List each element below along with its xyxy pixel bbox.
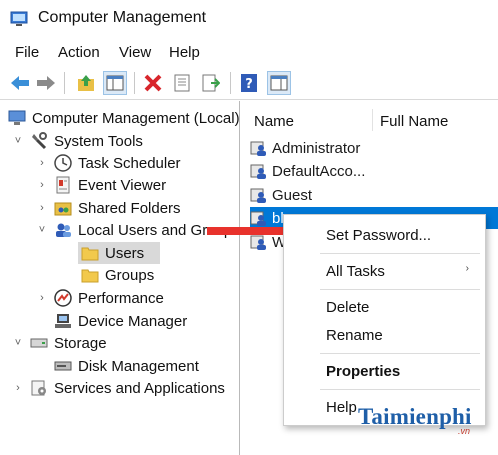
tree-item-performance[interactable]: › Performance: [36, 287, 164, 309]
window-title: Computer Management: [38, 9, 207, 26]
context-menu: Set Password... All Tasks › Delete Renam…: [283, 214, 486, 426]
menu-separator: [320, 389, 480, 390]
column-divider[interactable]: [372, 109, 373, 131]
chevron-right-icon[interactable]: ›: [36, 179, 48, 191]
forward-button[interactable]: [34, 71, 58, 95]
tree-item-storage[interactable]: ˅ Storage: [12, 332, 107, 354]
tree-item-computer-management[interactable]: Computer Management (Local): [8, 107, 239, 129]
column-header-name[interactable]: Name: [254, 113, 294, 130]
up-folder-icon: [78, 75, 94, 91]
back-button[interactable]: [8, 71, 32, 95]
chevron-down-icon[interactable]: ˅: [36, 224, 48, 236]
user-icon: [250, 164, 266, 179]
chevron-right-icon[interactable]: ›: [12, 382, 24, 394]
tree-item-task-scheduler[interactable]: › Task Scheduler: [36, 152, 181, 174]
properties-button[interactable]: [170, 71, 194, 95]
menu-item-properties[interactable]: Properties: [326, 363, 400, 380]
show-hide-tree-button[interactable]: [103, 71, 127, 95]
console-tree-icon: [106, 75, 124, 91]
menu-separator: [320, 289, 480, 290]
back-arrow-icon: [11, 76, 29, 90]
chevron-right-icon[interactable]: ›: [36, 202, 48, 214]
user-icon: [250, 141, 266, 156]
list-item[interactable]: Guest: [250, 184, 498, 206]
folder-icon: [81, 269, 99, 283]
menu-item-rename[interactable]: Rename: [326, 327, 383, 344]
tree-item-shared-folders[interactable]: › Shared Folders: [36, 197, 180, 219]
menu-action[interactable]: Action: [58, 44, 100, 61]
action-pane-icon: [270, 75, 288, 91]
folder-icon: [81, 247, 99, 261]
watermark-logo: Taimienphi .vn: [358, 396, 498, 438]
storage-icon: [30, 338, 48, 348]
chevron-right-icon[interactable]: ›: [36, 292, 48, 304]
console-tree: Computer Management (Local) ˅ System Too…: [0, 101, 240, 455]
watermark-text: Taimienphi: [358, 404, 472, 429]
export-list-button[interactable]: [199, 71, 223, 95]
delete-button[interactable]: [141, 71, 165, 95]
computer-management-app-icon: [10, 11, 28, 26]
local-users-groups-icon: [56, 223, 71, 237]
shared-folders-icon: [54, 202, 72, 216]
clock-icon: [54, 154, 72, 172]
tree-item-event-viewer[interactable]: › Event Viewer: [36, 174, 166, 196]
submenu-chevron-icon: ›: [465, 263, 469, 274]
chevron-right-icon[interactable]: ›: [36, 157, 48, 169]
user-icon: [250, 188, 266, 203]
performance-icon: [54, 289, 72, 307]
list-item[interactable]: Administrator: [250, 137, 498, 159]
tree-item-groups[interactable]: Groups: [81, 264, 154, 286]
tree-item-system-tools[interactable]: ˅ System Tools: [12, 130, 143, 152]
menu-help[interactable]: Help: [169, 44, 200, 61]
chevron-down-icon[interactable]: ˅: [12, 337, 24, 349]
tree-item-disk-management[interactable]: Disk Management: [54, 355, 199, 377]
menu-item-delete[interactable]: Delete: [326, 299, 369, 316]
tree-item-device-manager[interactable]: Device Manager: [54, 310, 187, 332]
tree-item-users[interactable]: Users: [78, 242, 160, 264]
menu-separator: [320, 353, 480, 354]
menu-item-all-tasks[interactable]: All Tasks: [326, 263, 385, 280]
show-action-pane-button[interactable]: [267, 71, 291, 95]
help-question-icon: ?: [241, 74, 257, 92]
menu-item-help[interactable]: Help: [326, 399, 357, 416]
computer-management-icon: [8, 110, 26, 125]
svg-text:?: ?: [245, 77, 253, 92]
event-viewer-icon: [56, 176, 70, 194]
title-bar: Computer Management: [0, 0, 498, 38]
disk-management-icon: [54, 361, 72, 371]
menu-file[interactable]: File: [15, 44, 39, 61]
column-header-full-name[interactable]: Full Name: [380, 113, 448, 130]
menu-view[interactable]: View: [119, 44, 151, 61]
services-applications-icon: [31, 380, 46, 396]
menu-bar: File Action View Help: [0, 40, 498, 66]
forward-arrow-icon: [37, 76, 55, 90]
chevron-down-icon[interactable]: ˅: [12, 135, 24, 147]
menu-item-set-password[interactable]: Set Password...: [326, 227, 431, 244]
watermark-suffix: .vn: [458, 426, 471, 436]
help-button[interactable]: ?: [237, 71, 261, 95]
menu-separator: [320, 253, 480, 254]
up-level-button[interactable]: [74, 71, 98, 95]
delete-x-icon: [144, 74, 162, 92]
tree-item-services-applications[interactable]: › Services and Applications: [12, 377, 225, 399]
toolbar: ?: [0, 66, 498, 100]
export-list-icon: [202, 74, 220, 92]
system-tools-icon: [32, 132, 47, 150]
device-manager-icon: [55, 314, 71, 328]
list-item[interactable]: DefaultAcco...: [250, 160, 498, 182]
properties-icon: [174, 74, 190, 92]
